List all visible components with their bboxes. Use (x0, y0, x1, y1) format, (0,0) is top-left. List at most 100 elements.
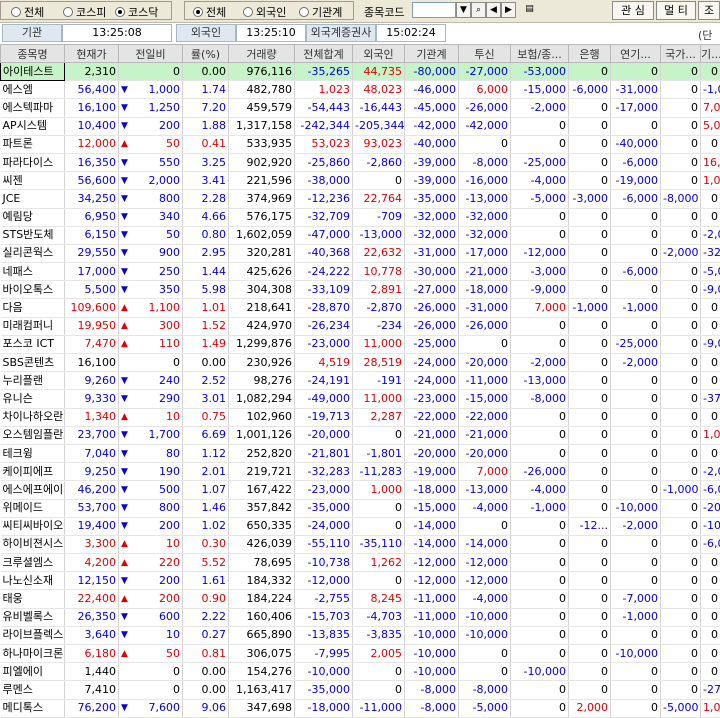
volume-cell: 184,332 (229, 572, 295, 590)
insurance-cell: -1,000 (511, 499, 569, 517)
table-row[interactable]: 위메이드53,700▼8001.46357,842-35,0000-15,000… (1, 499, 720, 517)
table-row[interactable]: 케이피에프9,250▼1902.01219,721-32,283-11,283-… (1, 463, 720, 481)
table-row[interactable]: 테크윙7,040▼801.12252,820-21,801-1,801-20,0… (1, 444, 720, 462)
table-row[interactable]: 파트론12,000▲500.41533,93553,02393,023-40,0… (1, 135, 720, 153)
change-cell: ▼200 (119, 572, 183, 590)
table-row[interactable]: 오스템임플란트23,700▼1,7006.691,001,126-20,0000… (1, 426, 720, 444)
radio-market-all[interactable]: 전체 (11, 4, 44, 20)
table-row[interactable]: 씨티씨바이오19,400▼2001.02650,335-24,0000-14,0… (1, 517, 720, 535)
volume-cell: 102,960 (229, 408, 295, 426)
rate-cell: 0.80 (183, 226, 229, 244)
institution-net-cell: -26,000 (405, 299, 459, 317)
radio-market-kospi[interactable]: 코스피 (63, 4, 106, 20)
change-cell: ▼1,700 (119, 426, 183, 444)
volume-cell: 650,335 (229, 517, 295, 535)
table-row[interactable]: 바이오톡스5,500▼3505.98304,308-33,1092,891-27… (1, 281, 720, 299)
prev-arrow-icon[interactable]: ◀ (486, 2, 501, 18)
more-button[interactable]: 조 (698, 1, 720, 20)
column-header[interactable]: 투신 (459, 45, 511, 63)
table-row[interactable]: 루멘스7,41000.001,163,417-35,0000-8,000-8,0… (1, 681, 720, 699)
column-header[interactable]: 외국인 (353, 45, 405, 63)
table-row[interactable]: JCE34,250▼8002.28374,969-12,23622,764-35… (1, 190, 720, 208)
change-cell: ▲220 (119, 554, 183, 572)
insurance-cell: -25,000 (511, 153, 569, 171)
down-triangle-icon: ▼ (121, 446, 128, 462)
column-header[interactable]: 전체합계 (295, 45, 353, 63)
insurance-cell: 0 (511, 426, 569, 444)
change-cell: ▼600 (119, 608, 183, 626)
radio-investor-all[interactable]: 전체 (193, 4, 226, 20)
stock-code-input[interactable] (412, 2, 456, 18)
insurance-cell: -53,000 (511, 63, 569, 81)
table-row[interactable]: 네패스17,000▼2501.44425,626-24,22210,778-30… (1, 263, 720, 281)
table-row[interactable]: 하이비젼시스템3,300▲100.30426,039-55,110-35,110… (1, 535, 720, 553)
radio-investor-institution[interactable]: 기관계 (299, 4, 342, 20)
insurance-cell: 0 (511, 572, 569, 590)
column-header[interactable]: 기관계 (405, 45, 459, 63)
table-row[interactable]: 파라다이스16,350▼5503.25902,920-25,860-2,860-… (1, 153, 720, 171)
pension-cell: 0 (611, 372, 661, 390)
rate-cell: 0.81 (183, 645, 229, 663)
table-row[interactable]: 예림당6,950▼3404.66576,175-32,709-709-32,00… (1, 208, 720, 226)
change-cell: ▼1,250 (119, 99, 183, 117)
table-row[interactable]: 메디톡스76,200▼7,6009.06347,698-18,000-11,00… (1, 699, 720, 717)
change-value: 190 (159, 464, 180, 480)
down-triangle-icon: ▼ (121, 173, 128, 189)
radio-investor-foreign[interactable]: 외국인 (243, 4, 286, 20)
institution-net-cell: -11,000 (405, 590, 459, 608)
table-row[interactable]: 실리콘웍스29,550▼9002.95320,281-40,36822,632-… (1, 244, 720, 262)
price-cell: 2,310 (65, 63, 119, 81)
column-header[interactable]: 국가... (661, 45, 701, 63)
total-net-cell: -12,000 (295, 572, 353, 590)
down-triangle-icon: ▼ (121, 482, 128, 498)
table-row[interactable]: 라이브플렉스3,640▼100.27665,890-13,835-3,835-1… (1, 626, 720, 644)
column-header[interactable]: 보험/종... (511, 45, 569, 63)
table-row[interactable]: 에스텍파마16,100▼1,2507.20459,579-54,443-16,4… (1, 99, 720, 117)
column-header[interactable]: 종목명 (1, 45, 65, 63)
nation-cell: 0 (661, 135, 701, 153)
insurance-cell: 0 (511, 135, 569, 153)
table-row[interactable]: 포스코 ICT7,470▲1101.491,299,876-23,00011,0… (1, 335, 720, 353)
table-row[interactable]: 아이테스트2,31000.00976,116-35,26544,735-80,0… (1, 63, 720, 81)
table-row[interactable]: STS반도체6,150▼500.801,602,059-47,000-13,00… (1, 226, 720, 244)
table-row[interactable]: 나노신소재12,150▼2001.61184,332-12,0000-12,00… (1, 572, 720, 590)
table-row[interactable]: SBS콘텐츠16,10000.00230,9264,51928,519-24,0… (1, 354, 720, 372)
price-cell: 16,100 (65, 99, 119, 117)
search-icon[interactable]: ⌕ (471, 2, 486, 18)
total-net-cell: -24,222 (295, 263, 353, 281)
table-row[interactable]: 차이나하오란1,340▲100.75102,960-19,7132,287-22… (1, 408, 720, 426)
multi-button[interactable]: 멀 티 (656, 1, 696, 20)
total-net-cell: -33,109 (295, 281, 353, 299)
column-header[interactable]: 연기... (611, 45, 661, 63)
column-header[interactable]: 현재가 (65, 45, 119, 63)
column-header[interactable]: 은행 (569, 45, 611, 63)
table-row[interactable]: AP시스템10,400▼2001.881,317,158-242,344-205… (1, 117, 720, 135)
stock-name-cell: 메디톡스 (1, 699, 65, 717)
volume-cell: 167,422 (229, 481, 295, 499)
table-row[interactable]: 하나마이크론6,180▲500.81306,075-7,9952,005-10,… (1, 645, 720, 663)
column-header[interactable]: 률(%) (183, 45, 229, 63)
column-header[interactable]: 전일비 (119, 45, 183, 63)
table-row[interactable]: 에스에프에이46,200▼5001.07167,422-23,0001,000-… (1, 481, 720, 499)
institution-net-cell: -32,000 (405, 208, 459, 226)
column-header[interactable]: 기... (701, 45, 720, 63)
table-row[interactable]: 유니슨9,330▼2903.011,082,294-49,00011,000-2… (1, 390, 720, 408)
table-row[interactable]: 크루셜엠스4,200▲2205.5278,695-10,7381,262-12,… (1, 554, 720, 572)
table-row[interactable]: 씨젠56,600▼2,0003.41221,596-38,0000-39,000… (1, 172, 720, 190)
table-row[interactable]: 태웅22,400▲2000.90184,224-2,7558,245-11,00… (1, 590, 720, 608)
table-row[interactable]: 에스엠56,400▼1,0001.74482,7801,02348,023-46… (1, 81, 720, 99)
interest-button[interactable]: 관 심 (612, 1, 654, 20)
table-row[interactable]: 다음109,600▲1,1001.01218,641-28,870-2,870-… (1, 299, 720, 317)
trust-cell: -27,000 (459, 63, 511, 81)
table-row[interactable]: 피엘에이1,44000.00154,276-10,0000-10,0000-10… (1, 663, 720, 681)
table-row[interactable]: 누리플랜9,260▼2402.5298,276-24,191-191-24,00… (1, 372, 720, 390)
table-row[interactable]: 유비벨록스26,350▼6002.22160,406-15,703-4,703-… (1, 608, 720, 626)
column-header[interactable]: 거래량 (229, 45, 295, 63)
next-arrow-icon[interactable]: ▶ (501, 2, 516, 18)
radio-market-kosdaq[interactable]: 코스닥 (115, 4, 158, 20)
document-icon[interactable]: ▤ (522, 2, 537, 18)
change-cell: ▼1,000 (119, 81, 183, 99)
dropdown-arrow-icon[interactable]: ▼ (456, 2, 471, 18)
table-row[interactable]: 미래컴퍼니19,950▲3001.52424,970-26,234-234-26… (1, 317, 720, 335)
volume-cell: 78,695 (229, 554, 295, 572)
